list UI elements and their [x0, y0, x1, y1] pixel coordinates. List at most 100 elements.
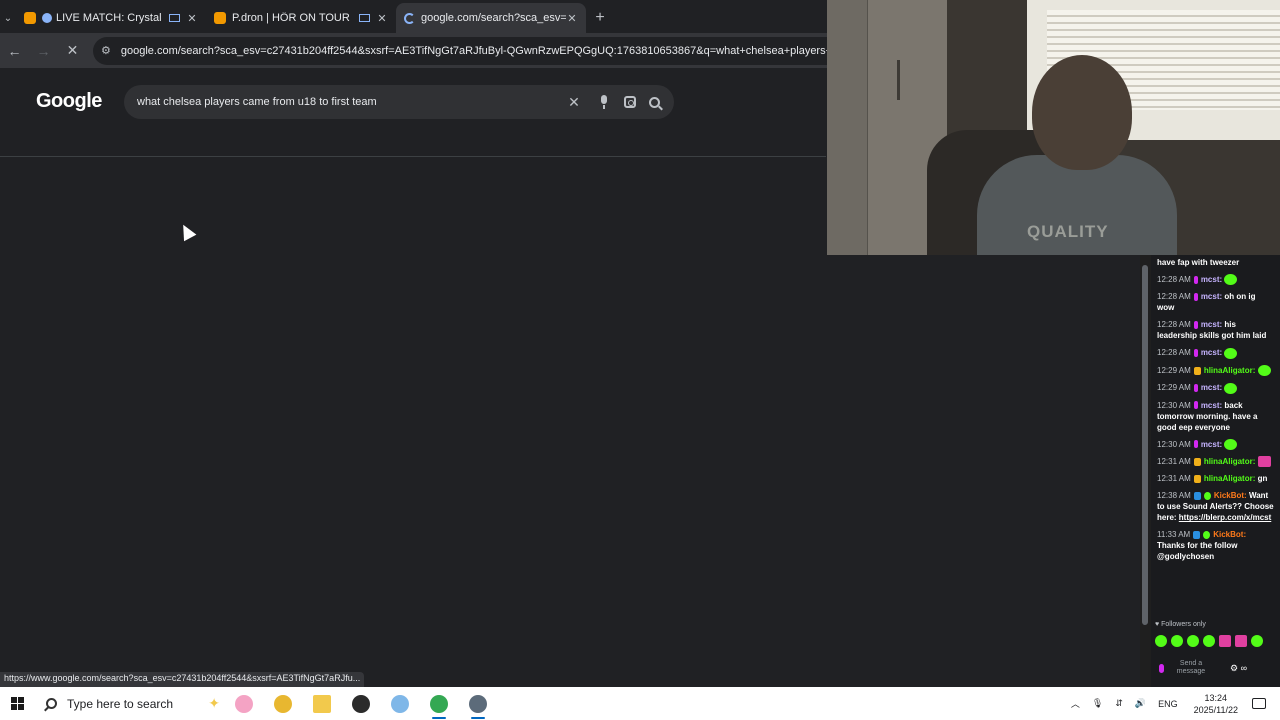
tab-pdron[interactable]: P.dron | HÖR ON TOUR Gd ✕	[206, 3, 396, 33]
verified-badge-icon	[1203, 492, 1211, 501]
chat-username[interactable]: hlinaAligator:	[1204, 366, 1256, 375]
back-arrow-icon[interactable]: ←	[0, 37, 29, 65]
chrome-icon	[273, 694, 292, 713]
webcam-overlay: QUALITY	[827, 0, 1280, 255]
chat-input[interactable]: Send a message ⚙ ∞	[1155, 657, 1275, 679]
chat-link[interactable]: https://blerp.com/x/mcst	[1179, 513, 1271, 522]
taskbar-app-copilot[interactable]	[224, 687, 263, 720]
microphone-tray-icon[interactable]: 🎙	[1092, 698, 1103, 709]
chat-scrollbar[interactable]	[1140, 255, 1151, 687]
chat-time: 11:33 AM	[1157, 530, 1191, 540]
chat-emote-icon	[1224, 438, 1238, 450]
quick-emote-icon[interactable]	[1171, 635, 1183, 647]
taskbar-app-chrome[interactable]	[263, 687, 302, 720]
chat-emote-icon	[1224, 382, 1238, 394]
chat-username[interactable]: mcst:	[1201, 292, 1222, 301]
obs-icon	[351, 694, 370, 713]
taskbar-search-placeholder[interactable]: Type here to search	[67, 697, 173, 711]
taskbar-clock[interactable]: 13:24 2025/11/22	[1194, 692, 1238, 716]
tab-close-icon[interactable]: ✕	[186, 12, 198, 25]
taskbar-app-obs[interactable]	[341, 687, 380, 720]
chat-message: 12:30 AM mcst: back tomorrow morning. hav…	[1157, 400, 1275, 433]
copilot-icon	[234, 694, 253, 713]
chat-messages: have fap with tweezer 12:28 AM mcst: 12:2…	[1157, 257, 1275, 568]
forward-arrow-icon[interactable]: →	[29, 37, 58, 65]
chat-scrollbar-thumb[interactable]	[1142, 265, 1148, 625]
search-box[interactable]: what chelsea players came from u18 to fi…	[124, 85, 674, 119]
stop-loading-icon[interactable]: ✕	[58, 37, 87, 65]
taskbar-app-snipping[interactable]	[380, 687, 419, 720]
show-hidden-icons-icon[interactable]: ︿	[1071, 697, 1080, 710]
tab-google-search[interactable]: google.com/search?sca_esv=c ✕	[396, 3, 586, 33]
tab-audio-icon[interactable]	[359, 14, 370, 22]
chat-emote-icon	[1224, 347, 1238, 359]
tab-live-match[interactable]: LIVE MATCH: Crystal Pa ✕	[16, 3, 206, 33]
quick-emote-icon[interactable]	[1155, 635, 1167, 647]
chat-time: 12:29 AM	[1157, 365, 1191, 375]
chat-username[interactable]: hlinaAligator:	[1204, 457, 1256, 466]
new-tab-button[interactable]: +	[586, 3, 614, 33]
tab-title: LIVE MATCH: Crystal Pa	[56, 12, 163, 24]
header-divider	[0, 156, 826, 157]
notification-icon[interactable]	[1252, 698, 1266, 709]
language-indicator[interactable]: ENG	[1158, 699, 1178, 709]
tab-close-icon[interactable]: ✕	[376, 12, 388, 25]
clear-icon[interactable]: ✕	[561, 94, 587, 111]
mouse-cursor-icon	[177, 221, 197, 242]
volume-icon[interactable]: 🔊	[1135, 698, 1146, 709]
bot-badge-icon	[1193, 531, 1201, 540]
chat-time: 12:28 AM	[1157, 292, 1191, 302]
chat-username[interactable]: mcst:	[1201, 320, 1222, 329]
windows-taskbar: Type here to search ✦ ︿ 🎙 ⇵ 🔊 ENG 13:24 …	[0, 687, 1280, 720]
chrome-icon	[429, 694, 448, 713]
quick-emote-icon[interactable]	[1187, 635, 1199, 647]
chat-time: 12:30 AM	[1157, 400, 1191, 410]
quick-emote-icon[interactable]	[1219, 635, 1231, 647]
taskbar-app-explorer[interactable]	[302, 687, 341, 720]
chat-username[interactable]: hlinaAligator:	[1204, 474, 1256, 483]
followers-only-text: Followers only	[1161, 621, 1206, 628]
google-lens-icon[interactable]	[624, 96, 636, 108]
chat-time: 12:28 AM	[1157, 275, 1191, 284]
chat-username[interactable]: mcst:	[1201, 348, 1222, 357]
tab-search-chevron-icon[interactable]: ⌄	[0, 3, 16, 33]
chat-input-placeholder[interactable]: Send a message	[1172, 660, 1210, 676]
chat-username[interactable]: mcst:	[1201, 401, 1222, 410]
site-settings-icon[interactable]: ⚙	[101, 44, 111, 57]
quick-emote-icon[interactable]	[1235, 635, 1247, 647]
microphone-icon[interactable]	[598, 95, 610, 109]
chat-username[interactable]: KickBot:	[1213, 530, 1246, 539]
chat-message: 12:31 AM hlinaAligator: gn	[1157, 473, 1275, 484]
status-bar-url: https://www.google.com/search?sca_esv=c2…	[0, 672, 365, 687]
chat-message: 12:31 AM hlinaAligator:	[1157, 456, 1275, 468]
chat-username[interactable]: mcst:	[1201, 275, 1222, 284]
search-input[interactable]: what chelsea players came from u18 to fi…	[137, 96, 561, 108]
taskbar-app-chrome-active[interactable]	[419, 687, 458, 720]
emote-quick-bar	[1155, 635, 1263, 647]
chat-settings-icon[interactable]: ⚙ ∞	[1230, 663, 1247, 674]
start-button[interactable]	[0, 687, 34, 720]
chat-message: 12:28 AM mcst: his leadership skills got …	[1157, 319, 1275, 341]
taskbar-app-steam[interactable]	[458, 687, 497, 720]
verified-badge-icon	[1203, 531, 1211, 540]
chat-username[interactable]: mcst:	[1201, 383, 1222, 392]
windows-logo-icon	[10, 697, 24, 710]
tab-title: google.com/search?sca_esv=c	[421, 12, 566, 24]
taskbar-search[interactable]: Type here to search ✦	[34, 687, 224, 720]
chat-username[interactable]: mcst:	[1201, 440, 1222, 449]
google-logo[interactable]: Google	[36, 90, 102, 113]
chat-time: 12:30 AM	[1157, 439, 1191, 449]
quick-emote-icon[interactable]	[1203, 635, 1215, 647]
search-icon[interactable]	[649, 96, 660, 108]
chat-time: 12:38 AM	[1157, 491, 1191, 501]
tab-close-icon[interactable]: ✕	[566, 12, 578, 25]
network-icon[interactable]: ⇵	[1115, 698, 1123, 709]
stream-chat-panel: have fap with tweezer 12:28 AM mcst: 12:2…	[1151, 255, 1280, 687]
tab-audio-icon[interactable]	[169, 14, 180, 22]
quick-emote-icon[interactable]	[1251, 635, 1263, 647]
chat-text: Thanks for the follow @godlychosen	[1157, 541, 1238, 562]
search-highlight-icon[interactable]: ✦	[208, 695, 220, 712]
chat-username[interactable]: KickBot:	[1214, 491, 1247, 500]
mic-badge-icon	[1193, 321, 1198, 330]
chat-text: have fap with tweezer	[1157, 258, 1240, 267]
